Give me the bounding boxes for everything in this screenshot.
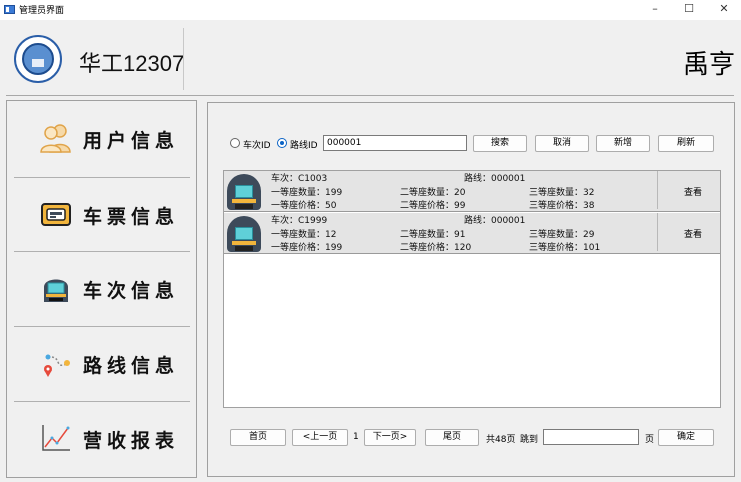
radio-route-id[interactable]	[277, 138, 287, 148]
row-divider	[657, 171, 658, 209]
add-button[interactable]: 新增	[596, 135, 650, 152]
second-class-price: 二等座价格：120	[400, 243, 472, 253]
ticket-icon	[41, 203, 71, 226]
chart-icon	[42, 425, 70, 451]
route-id: 路线：000001	[464, 216, 526, 226]
view-button[interactable]: 查看	[684, 227, 702, 240]
radio-train-id[interactable]	[230, 138, 240, 148]
second-class-count: 二等座数量：91	[400, 230, 466, 240]
sidebar-item-trains[interactable]: 车次信息	[7, 251, 196, 326]
jump-label: 跳到	[520, 435, 539, 445]
list-item[interactable]: 车次：C1003 路线：000001 一等座数量：199 二等座数量：20 三等…	[224, 171, 720, 212]
logo-emblem	[22, 43, 54, 75]
confirm-button[interactable]: 确定	[658, 429, 714, 446]
main-panel: 车次ID 路线ID 000001 搜索 取消 新增 刷新 车次：C1003 路线…	[207, 102, 735, 477]
logo-building	[32, 59, 44, 67]
prev-page-button[interactable]: <上一页	[292, 429, 348, 446]
sidebar-item-tickets[interactable]: 车票信息	[7, 177, 196, 252]
header: 华工12307 禹亨	[0, 20, 741, 98]
sidebar-item-routes[interactable]: 路线信息	[7, 326, 196, 401]
list-item[interactable]: 车次：C1999 路线：000001 一等座数量：12 二等座数量：91 三等座…	[224, 213, 720, 254]
first-class-count: 一等座数量：12	[271, 230, 337, 240]
sidebar-item-label: 营收报表	[83, 430, 180, 452]
pagination: 首页 <上一页 1 下一页> 尾页 共48页 跳到 页 确定	[230, 429, 730, 447]
route-icon	[44, 354, 70, 377]
first-class-count: 一等座数量：199	[271, 188, 343, 198]
train-icon	[44, 279, 68, 302]
users-icon	[40, 124, 71, 153]
sidebar-item-label: 车次信息	[83, 280, 180, 302]
page-number-input[interactable]	[543, 429, 639, 445]
third-class-price: 三等座价格：38	[529, 201, 595, 211]
radio-train-id-label: 车次ID	[243, 141, 271, 151]
search-bar: 车次ID 路线ID 000001 搜索 取消 新增 刷新	[228, 135, 728, 153]
search-input[interactable]: 000001	[323, 135, 467, 151]
cancel-button[interactable]: 取消	[535, 135, 589, 152]
third-class-count: 三等座数量：29	[529, 230, 595, 240]
last-page-button[interactable]: 尾页	[425, 429, 479, 446]
third-class-count: 三等座数量：32	[529, 188, 595, 198]
header-divider	[183, 28, 184, 90]
search-button[interactable]: 搜索	[473, 135, 527, 152]
total-pages: 共48页	[486, 435, 516, 445]
app-name: 华工12307	[79, 51, 185, 76]
first-class-price: 一等座价格：50	[271, 201, 337, 211]
window-title: 管理员界面	[19, 6, 65, 16]
second-class-count: 二等座数量：20	[400, 188, 466, 198]
view-button[interactable]: 查看	[684, 185, 702, 198]
radio-route-id-label: 路线ID	[290, 141, 318, 151]
current-page: 1	[353, 432, 359, 442]
header-separator	[6, 95, 734, 96]
sidebar-item-label: 路线信息	[83, 355, 180, 377]
sidebar-item-label: 用户信息	[83, 130, 180, 152]
first-class-price: 一等座价格：199	[271, 243, 343, 253]
minimize-button[interactable]: –	[638, 0, 672, 20]
second-class-price: 二等座价格：99	[400, 201, 466, 211]
row-divider	[657, 213, 658, 251]
maximize-button[interactable]: ☐	[672, 0, 706, 20]
app-window-icon	[4, 5, 15, 14]
third-class-price: 三等座价格：101	[529, 243, 601, 253]
university-logo-icon	[14, 35, 62, 83]
train-icon	[227, 174, 261, 210]
sidebar-item-users[interactable]: 用户信息	[7, 101, 196, 176]
sidebar-item-revenue[interactable]: 营收报表	[7, 401, 196, 476]
title-bar: 管理员界面 – ☐ ✕	[0, 0, 741, 20]
sidebar-item-label: 车票信息	[83, 206, 180, 228]
close-button[interactable]: ✕	[707, 0, 741, 20]
next-page-button[interactable]: 下一页>	[364, 429, 416, 446]
page-unit-label: 页	[645, 435, 655, 445]
first-page-button[interactable]: 首页	[230, 429, 286, 446]
train-icon	[227, 216, 261, 252]
result-list: 车次：C1003 路线：000001 一等座数量：199 二等座数量：20 三等…	[223, 170, 721, 408]
train-number: 车次：C1003	[271, 174, 328, 184]
sidebar: 用户信息 车票信息 车次信息 路线信息 营收报表	[6, 100, 197, 478]
user-name: 禹亨	[682, 49, 735, 79]
route-id: 路线：000001	[464, 174, 526, 184]
train-number: 车次：C1999	[271, 216, 328, 226]
refresh-button[interactable]: 刷新	[658, 135, 714, 152]
